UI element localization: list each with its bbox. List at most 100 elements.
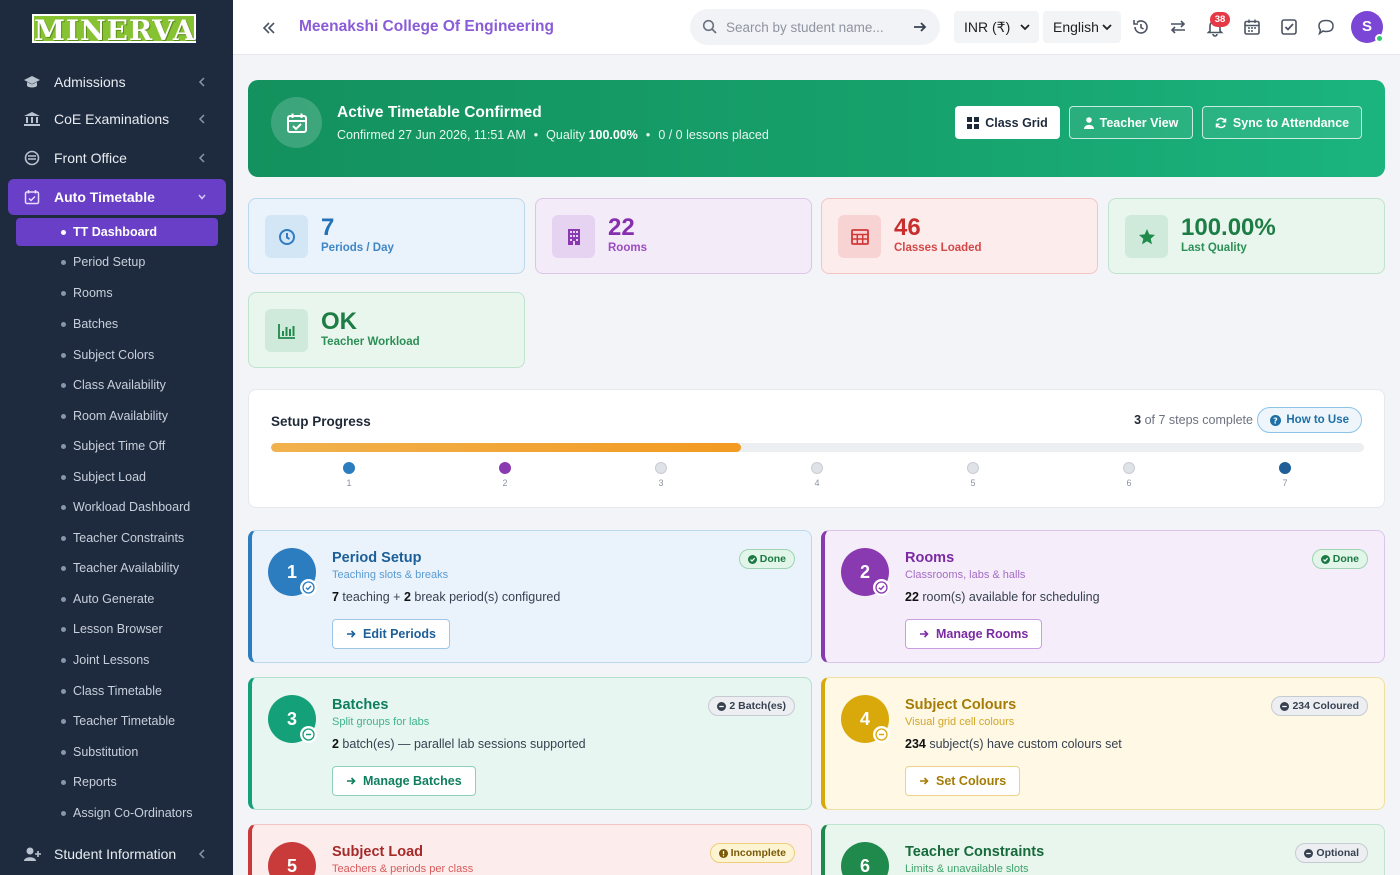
sidebar-subitem-teacher-timetable[interactable]: Teacher Timetable — [16, 707, 218, 735]
step-number: 5 — [970, 478, 976, 488]
sidebar-item-auto-timetable[interactable]: Auto Timetable — [8, 179, 226, 215]
step-marker-7[interactable]: 7 — [1270, 462, 1300, 488]
card-title: Subject Load — [332, 844, 424, 860]
minerva-logo[interactable]: MINERVA — [32, 13, 196, 45]
step-marker-3[interactable]: 3 — [646, 462, 676, 488]
subitem-label: Class Availability — [73, 378, 166, 392]
sidebar-item-label: Admissions — [54, 74, 126, 90]
set-colours-button[interactable]: Set Colours — [905, 766, 1021, 796]
teaching-count: 7 — [332, 590, 339, 604]
step-marker-2[interactable]: 2 — [490, 462, 520, 488]
top-header: Meenakshi College Of Engineering INR (₹)… — [233, 0, 1400, 55]
sidebar-subitem-class-timetable[interactable]: Class Timetable — [16, 677, 218, 705]
calendar-icon[interactable] — [1242, 17, 1262, 37]
sidebar-subitem-subject-time-off[interactable]: Subject Time Off — [16, 432, 218, 460]
user-avatar[interactable]: S — [1351, 11, 1384, 43]
calendar-check-icon — [271, 97, 322, 148]
college-name[interactable]: Meenakshi College Of Engineering — [299, 18, 554, 36]
online-indicator — [1375, 34, 1384, 43]
user-icon — [1083, 116, 1094, 129]
sidebar-subitem-subject-colors[interactable]: Subject Colors — [16, 341, 218, 369]
sidebar-subitem-substitution[interactable]: Substitution — [16, 738, 218, 766]
sidebar-subitem-room-availability[interactable]: Room Availability — [16, 402, 218, 430]
sync-attendance-button[interactable]: Sync to Attendance — [1202, 106, 1362, 139]
stat-label: Periods / Day — [321, 242, 394, 254]
step-marker-5[interactable]: 5 — [958, 462, 988, 488]
step-number: 4 — [814, 478, 820, 488]
sidebar-subitem-workload-dashboard[interactable]: Workload Dashboard — [16, 493, 218, 521]
card-subtitle: Teaching slots & breaks — [332, 569, 449, 581]
manage-rooms-button[interactable]: Manage Rooms — [905, 619, 1043, 649]
building-icon — [552, 215, 595, 258]
sidebar-subitem-teacher-availability[interactable]: Teacher Availability — [16, 554, 218, 582]
button-label: Teacher View — [1099, 115, 1179, 130]
svg-text:?: ? — [1274, 416, 1279, 425]
sidebar-subitem-tt-dashboard[interactable]: TT Dashboard — [16, 218, 218, 246]
manage-batches-button[interactable]: Manage Batches — [332, 766, 476, 796]
sidebar-subitem-lesson-browser[interactable]: Lesson Browser — [16, 615, 218, 643]
language-select[interactable]: English — [1043, 11, 1121, 43]
subitem-label: Joint Lessons — [73, 653, 150, 667]
minus-circle-icon — [300, 726, 317, 743]
setup-progress-card: Setup Progress 3 of 7 steps complete ? H… — [248, 389, 1385, 508]
sidebar-item-admissions[interactable]: Admissions — [8, 64, 226, 100]
button-label: Class Grid — [985, 115, 1048, 130]
step-number-circle: 5 — [268, 842, 316, 875]
student-search — [690, 9, 940, 45]
class-grid-button[interactable]: Class Grid — [955, 106, 1060, 139]
minus-circle-icon — [1280, 701, 1290, 711]
status-badge: Done — [1311, 549, 1368, 569]
subitem-label: Reports — [73, 775, 117, 789]
stat-label: Last Quality — [1181, 242, 1247, 254]
sidebar-subitem-period-setup[interactable]: Period Setup — [16, 248, 218, 276]
sidebar-subitem-rooms[interactable]: Rooms — [16, 279, 218, 307]
how-to-use-button[interactable]: ? How to Use — [1257, 407, 1362, 433]
sidebar-subitem-class-availability[interactable]: Class Availability — [16, 371, 218, 399]
sidebar-subitem-subject-load[interactable]: Subject Load — [16, 463, 218, 491]
sidebar-subitem-assign-co-ordinators[interactable]: Assign Co-Ordinators — [16, 799, 218, 827]
lessons-placed: 0 / 0 lessons placed — [658, 128, 769, 142]
stat-value: OK — [321, 308, 357, 335]
search-input[interactable] — [726, 17, 906, 37]
subitem-label: Rooms — [73, 286, 113, 300]
switch-icon[interactable] — [1168, 17, 1188, 37]
badge-label: Done — [1332, 553, 1359, 565]
sidebar-item-coe-examinations[interactable]: CoE Examinations — [8, 101, 226, 137]
question-circle-icon: ? — [1270, 414, 1282, 426]
sidebar-subitem-auto-generate[interactable]: Auto Generate — [16, 585, 218, 613]
stat-label: Classes Loaded — [894, 242, 982, 254]
step-marker-4[interactable]: 4 — [802, 462, 832, 488]
step-marker-6[interactable]: 6 — [1114, 462, 1144, 488]
subitem-label: Batches — [73, 317, 119, 331]
task-check-icon[interactable] — [1279, 17, 1299, 37]
sidebar-item-student-information[interactable]: Student Information — [8, 836, 226, 872]
sidebar-subitem-reports[interactable]: Reports — [16, 768, 218, 796]
subitem-label: Period Setup — [73, 255, 146, 269]
button-label: Sync to Attendance — [1232, 115, 1350, 130]
arrow-right-icon[interactable] — [912, 19, 928, 35]
chat-icon[interactable] — [1316, 17, 1336, 37]
alert-circle-icon — [718, 848, 728, 858]
edit-periods-button[interactable]: Edit Periods — [332, 619, 450, 649]
sidebar-item-front-office[interactable]: Front Office — [8, 140, 226, 176]
sidebar-item-label: Front Office — [54, 150, 127, 166]
graduation-cap-icon — [22, 72, 42, 92]
stat-label: Teacher Workload — [321, 336, 420, 348]
chevron-left-icon — [198, 77, 205, 87]
teacher-view-button[interactable]: Teacher View — [1069, 106, 1193, 139]
sidebar-subitem-teacher-constraints[interactable]: Teacher Constraints — [16, 524, 218, 552]
rooms-count: 22 — [905, 590, 919, 604]
grid-icon — [967, 116, 980, 129]
button-label: How to Use — [1286, 414, 1349, 426]
collapse-sidebar-icon[interactable] — [259, 18, 279, 38]
stat-card-periods: 7 Periods / Day — [248, 198, 525, 274]
currency-select[interactable]: INR (₹) — [954, 11, 1039, 43]
sidebar-subitem-batches[interactable]: Batches — [16, 310, 218, 338]
card-title: Batches — [332, 697, 389, 713]
sidebar-subitem-joint-lessons[interactable]: Joint Lessons — [16, 646, 218, 674]
confirmed-timestamp: Confirmed 27 Jun 2026, 11:51 AM — [337, 128, 526, 142]
step-marker-1[interactable]: 1 — [334, 462, 364, 488]
badge-label: 234 Coloured — [1292, 700, 1359, 712]
history-icon[interactable] — [1131, 17, 1151, 37]
subitem-label: Substitution — [73, 745, 139, 759]
